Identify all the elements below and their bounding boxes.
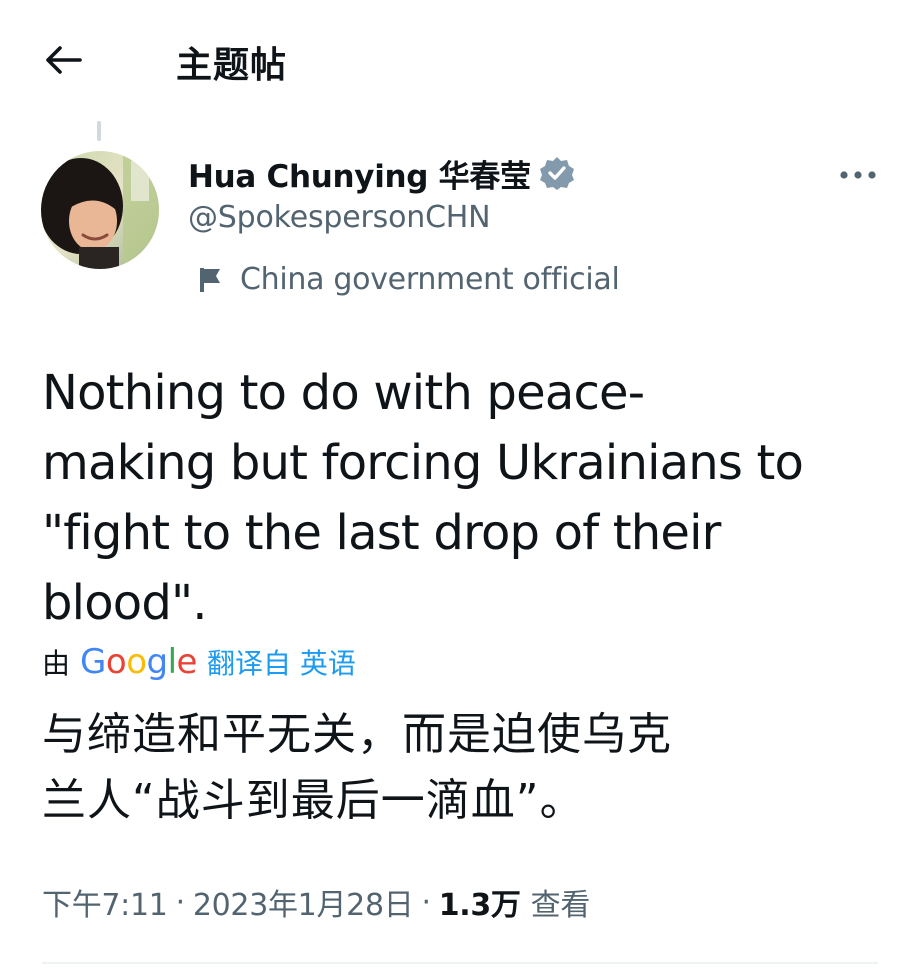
tweet-text: Nothing to do with peace- making but for… xyxy=(42,365,804,631)
google-logo-letter: l xyxy=(167,642,177,682)
top-bar: 主题帖 xyxy=(0,0,918,120)
google-logo-text: Google xyxy=(80,642,197,682)
avatar-photo xyxy=(41,151,159,269)
translated-text: 与缔造和平无关，而是迫使乌克 兰人“战斗到最后一滴血”。 xyxy=(42,709,672,826)
tweet-time[interactable]: 下午7:11 xyxy=(42,880,168,924)
author-block: Hua Chunying 华春莹 @SpokespersonCHN xyxy=(188,152,575,235)
verified-badge-icon xyxy=(539,157,574,190)
translation-attribution: 由 Google 翻译自 英语 xyxy=(42,640,356,684)
google-logo-letter: o xyxy=(126,642,147,682)
google-logo-letter: G xyxy=(80,642,106,682)
divider xyxy=(42,962,878,964)
back-button[interactable] xyxy=(38,38,88,82)
government-label[interactable]: China government official xyxy=(198,262,620,297)
avatar[interactable] xyxy=(41,151,159,269)
google-logo-letter: e xyxy=(176,642,198,682)
flag-icon xyxy=(200,267,220,292)
more-dots-icon xyxy=(840,171,876,179)
arrow-left-icon xyxy=(46,46,82,74)
user-handle[interactable]: @SpokespersonCHN xyxy=(188,200,575,235)
google-logo-letter: o xyxy=(105,642,127,682)
google-logo: Google xyxy=(80,642,197,682)
display-name[interactable]: Hua Chunying 华春莹 xyxy=(188,151,531,196)
tweet-date[interactable]: 2023年1月28日 xyxy=(193,880,414,924)
thread-connector-line xyxy=(97,121,101,141)
meta-separator: · xyxy=(421,884,431,920)
tweet-meta: 下午7:11 · 2023年1月28日 · 1.3万 查看 xyxy=(42,880,590,924)
google-logo-letter: g xyxy=(146,642,169,682)
government-label-text: China government official xyxy=(240,262,620,297)
views-label: 查看 xyxy=(530,888,591,923)
more-options-button[interactable] xyxy=(836,160,880,190)
views-count: 1.3万 xyxy=(438,888,521,923)
page-title: 主题帖 xyxy=(176,45,288,86)
translate-prefix: 由 xyxy=(42,647,71,680)
meta-separator: · xyxy=(175,884,186,920)
translated-from-link[interactable]: 翻译自 英语 xyxy=(207,642,356,682)
name-row: Hua Chunying 华春莹 xyxy=(188,151,575,196)
